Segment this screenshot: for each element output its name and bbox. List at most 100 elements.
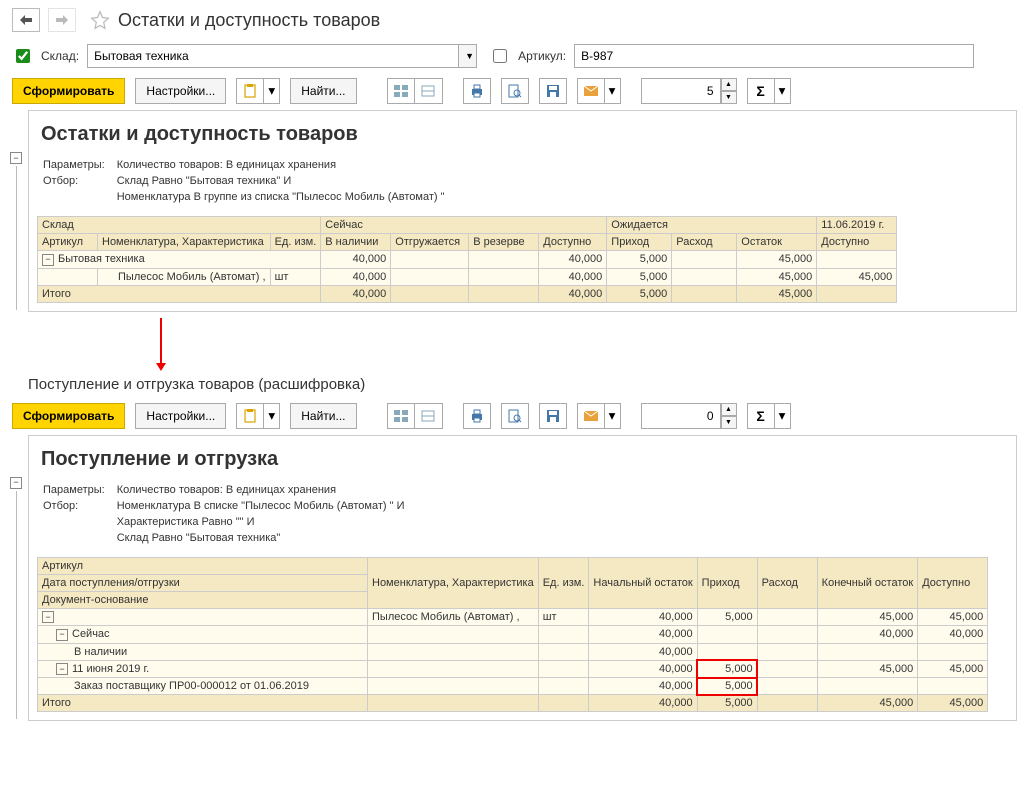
col-unit-2: Ед. изм. [538, 557, 589, 608]
variant-dropdown[interactable]: ▾ [264, 78, 280, 104]
table-row[interactable]: Заказ поставщику ПР00-000012 от 01.06.20… [38, 678, 988, 695]
table-row[interactable]: −11 июня 2019 г. 40,000 5,000 45,000 45,… [38, 660, 988, 678]
col-end-balance: Конечный остаток [817, 557, 918, 608]
col-doc-line: Документ-основание [38, 591, 368, 608]
tree-collapse-main-2[interactable]: − [10, 477, 22, 489]
nav-back-button[interactable] [12, 8, 40, 32]
arrow-indicator [160, 318, 162, 368]
stepper-up-2[interactable]: ▲ [721, 403, 737, 416]
col-expected: Ожидается [607, 217, 817, 234]
page-title: Остатки и доступность товаров [118, 10, 380, 31]
variant-dropdown-2[interactable]: ▾ [264, 403, 280, 429]
sum-button[interactable]: Σ [747, 78, 775, 104]
sum-dropdown[interactable]: ▾ [775, 78, 791, 104]
generate-button-2[interactable]: Сформировать [12, 403, 125, 429]
variant-button-2[interactable] [236, 403, 264, 429]
row-toggle[interactable]: − [42, 611, 54, 623]
expand-icon [394, 85, 408, 97]
col-reserved: В резерве [469, 234, 539, 251]
top-header: Остатки и доступность товаров [0, 0, 1021, 40]
generate-button[interactable]: Сформировать [12, 78, 125, 104]
col-available-2: Доступно [918, 557, 988, 608]
warehouse-input[interactable] [88, 45, 458, 67]
collapse-icon [421, 410, 435, 422]
table-row[interactable]: В наличии 40,000 [38, 643, 988, 660]
magnifier-icon [508, 409, 522, 423]
sigma-icon: Σ [756, 408, 764, 424]
print-button[interactable] [463, 78, 491, 104]
col-date: 11.06.2019 г. [817, 217, 897, 234]
settings-button-2[interactable]: Настройки... [135, 403, 226, 429]
nav-forward-button[interactable] [48, 8, 76, 32]
envelope-icon [584, 86, 598, 96]
expand-button[interactable] [387, 78, 415, 104]
report-2-params: Параметры:Количество товаров: В единицах… [41, 481, 417, 547]
levels-input-2[interactable] [641, 403, 721, 429]
preview-button-2[interactable] [501, 403, 529, 429]
row-toggle[interactable]: − [42, 254, 54, 266]
clipboard-icon [243, 84, 257, 98]
clipboard-icon [243, 409, 257, 423]
report-2-grid[interactable]: Артикул Номенклатура, Характеристика Ед.… [37, 557, 988, 713]
tree-gutter-1: − [4, 110, 28, 312]
expand-button-2[interactable] [387, 403, 415, 429]
sigma-icon: Σ [756, 83, 764, 99]
toolbar-2: Сформировать Настройки... ▾ Найти... ▾ ▲… [0, 397, 1021, 435]
table-row[interactable]: − Пылесос Мобиль (Автомат) , шт 40,000 5… [38, 608, 988, 626]
tree-gutter-2: − [4, 435, 28, 722]
col-date-line: Дата поступления/отгрузки [38, 574, 368, 591]
email-dropdown-2[interactable]: ▾ [605, 403, 621, 429]
row-toggle[interactable]: − [56, 629, 68, 641]
row-toggle[interactable]: − [56, 663, 68, 675]
stepper-down[interactable]: ▼ [721, 91, 737, 104]
article-label: Артикул: [518, 49, 566, 63]
col-nomen: Номенклатура, Характеристика [98, 234, 271, 251]
collapse-button[interactable] [415, 78, 443, 104]
variant-button[interactable] [236, 78, 264, 104]
col-income-2: Приход [697, 557, 757, 608]
preview-button[interactable] [501, 78, 529, 104]
col-warehouse: Склад [38, 217, 321, 234]
col-available: Доступно [539, 234, 607, 251]
warehouse-dropdown-btn[interactable]: ▼ [458, 45, 476, 67]
article-input[interactable] [574, 44, 974, 68]
report-1: − Остатки и доступность товаров Параметр… [0, 110, 1021, 312]
print-button-2[interactable] [463, 403, 491, 429]
settings-button[interactable]: Настройки... [135, 78, 226, 104]
email-button[interactable] [577, 78, 605, 104]
email-button-2[interactable] [577, 403, 605, 429]
table-row[interactable]: Пылесос Мобиль (Автомат) , шт 40,000 40,… [38, 268, 897, 285]
sum-dropdown-2[interactable]: ▾ [775, 403, 791, 429]
email-dropdown[interactable]: ▾ [605, 78, 621, 104]
report-1-params: Параметры:Количество товаров: В единицах… [41, 156, 456, 206]
envelope-icon [584, 411, 598, 421]
collapse-button-2[interactable] [415, 403, 443, 429]
col-start-balance: Начальный остаток [589, 557, 697, 608]
printer-icon [470, 84, 484, 98]
report-1-grid[interactable]: Склад Сейчас Ожидается 11.06.2019 г. Арт… [37, 216, 897, 303]
report-2: − Поступление и отгрузка Параметры:Колич… [0, 435, 1021, 722]
sum-button-2[interactable]: Σ [747, 403, 775, 429]
find-button-2[interactable]: Найти... [290, 403, 356, 429]
table-row[interactable]: −Бытовая техника 40,000 40,000 5,000 45,… [38, 251, 897, 269]
expand-icon [394, 410, 408, 422]
article-checkbox[interactable] [493, 49, 507, 63]
save-button-2[interactable] [539, 403, 567, 429]
stepper-down-2[interactable]: ▼ [721, 416, 737, 429]
warehouse-checkbox[interactable] [16, 49, 30, 63]
levels-stepper-2[interactable]: ▲ ▼ [721, 403, 737, 429]
save-button[interactable] [539, 78, 567, 104]
star-icon[interactable] [90, 10, 110, 30]
col-outcome-2: Расход [757, 557, 817, 608]
levels-stepper[interactable]: ▲ ▼ [721, 78, 737, 104]
table-row[interactable]: −Сейчас 40,000 40,000 40,000 [38, 626, 988, 644]
find-button[interactable]: Найти... [290, 78, 356, 104]
warehouse-select[interactable]: ▼ [87, 44, 477, 68]
col-available2: Доступно [817, 234, 897, 251]
tree-collapse-main[interactable]: − [10, 152, 22, 164]
collapse-icon [421, 85, 435, 97]
levels-input[interactable] [641, 78, 721, 104]
col-shipping: Отгружается [391, 234, 469, 251]
total-row: Итого 40,000 5,000 45,000 45,000 [38, 695, 988, 712]
stepper-up[interactable]: ▲ [721, 78, 737, 91]
